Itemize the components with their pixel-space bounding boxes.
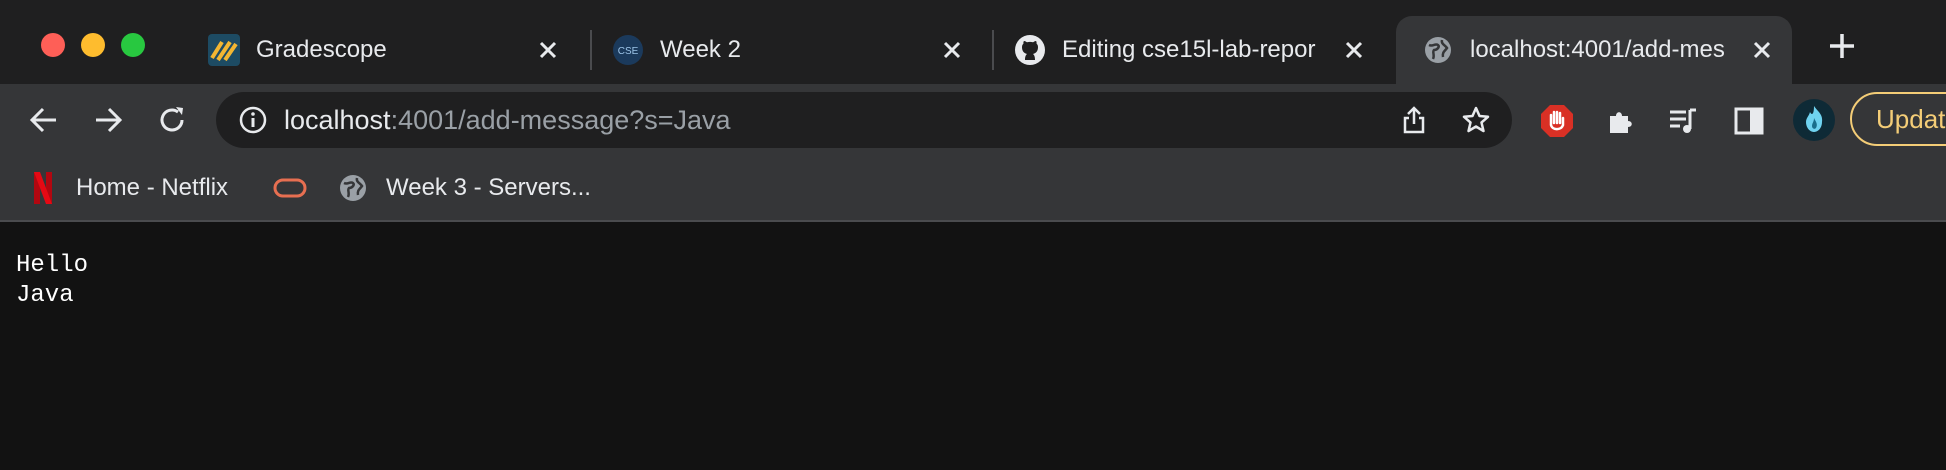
tab-localhost-active[interactable]: localhost:4001/add-mes <box>1396 16 1792 84</box>
bookmark-label: Home - Netflix <box>76 174 229 201</box>
update-button[interactable]: Updat <box>1850 92 1946 146</box>
browser-toolbar: localhost:4001/add-message?s=Java Updat <box>0 84 1946 156</box>
close-tab-icon[interactable] <box>938 36 966 64</box>
tab-strip: Gradescope CSE Week 2 Editing cse15l-lab… <box>0 0 1946 84</box>
arrow-left-icon <box>29 107 56 133</box>
cse-icon: CSE <box>612 34 644 66</box>
url-text[interactable]: localhost:4001/add-message?s=Java <box>284 105 731 135</box>
bookmark-label: Week 3 - Servers... <box>386 174 591 201</box>
page-text-line: Hello <box>16 252 89 279</box>
profile-avatar[interactable] <box>1792 98 1836 142</box>
bookmark-oracle[interactable] <box>272 168 326 208</box>
close-tab-icon[interactable] <box>1748 36 1776 64</box>
reload-icon <box>160 107 184 132</box>
share-icon[interactable] <box>1398 104 1430 136</box>
bookmarks-bar: Home - Netflix Week 3 - Servers... <box>0 156 1946 222</box>
new-tab-button[interactable] <box>1826 30 1858 62</box>
page-text-line: Java <box>16 282 74 309</box>
tab-gradescope[interactable]: Gradescope <box>208 16 578 84</box>
close-tab-icon[interactable] <box>1340 36 1368 64</box>
globe-icon <box>1422 34 1454 66</box>
extensions-puzzle-icon[interactable] <box>1602 102 1640 140</box>
bookmark-home-netflix[interactable]: Home - Netflix <box>28 168 228 208</box>
reload-button[interactable] <box>152 100 192 140</box>
page-content: Hello Java <box>0 222 1946 470</box>
tab-title: Gradescope <box>256 36 387 63</box>
tab-title: Editing cse15l-lab-repor <box>1062 36 1316 63</box>
svg-text:CSE: CSE <box>618 46 639 57</box>
tab-github-editing[interactable]: Editing cse15l-lab-repor <box>1014 16 1384 84</box>
close-tab-icon[interactable] <box>534 36 562 64</box>
tab-week-2[interactable]: CSE Week 2 <box>612 16 982 84</box>
info-icon[interactable] <box>238 105 268 135</box>
update-label: Updat <box>1876 103 1946 134</box>
arrow-right-icon <box>96 107 123 133</box>
forward-button[interactable] <box>88 100 128 140</box>
plus-icon <box>1830 34 1854 58</box>
maximize-window-button[interactable] <box>121 33 145 57</box>
address-bar[interactable]: localhost:4001/add-message?s=Java <box>216 92 1512 148</box>
side-panel-icon[interactable] <box>1730 102 1768 140</box>
tab-title: Week 2 <box>660 36 741 63</box>
tab-title: localhost:4001/add-mes <box>1470 36 1725 63</box>
url-host: localhost <box>284 105 391 135</box>
globe-icon <box>338 173 368 203</box>
adblock-icon[interactable] <box>1538 102 1576 140</box>
gradescope-icon <box>208 34 240 66</box>
bookmark-week-3-servers[interactable]: Week 3 - Servers... <box>338 168 591 208</box>
github-icon <box>1014 34 1046 66</box>
tab-separator <box>590 30 592 70</box>
bookmark-star-icon[interactable] <box>1460 104 1492 136</box>
netflix-icon <box>28 172 58 204</box>
tab-separator <box>992 30 994 70</box>
media-queue-icon[interactable] <box>1664 102 1702 140</box>
oracle-icon <box>272 173 308 203</box>
close-window-button[interactable] <box>41 33 65 57</box>
minimize-window-button[interactable] <box>81 33 105 57</box>
url-path: :4001/add-message?s=Java <box>390 105 731 135</box>
back-button[interactable] <box>24 100 64 140</box>
